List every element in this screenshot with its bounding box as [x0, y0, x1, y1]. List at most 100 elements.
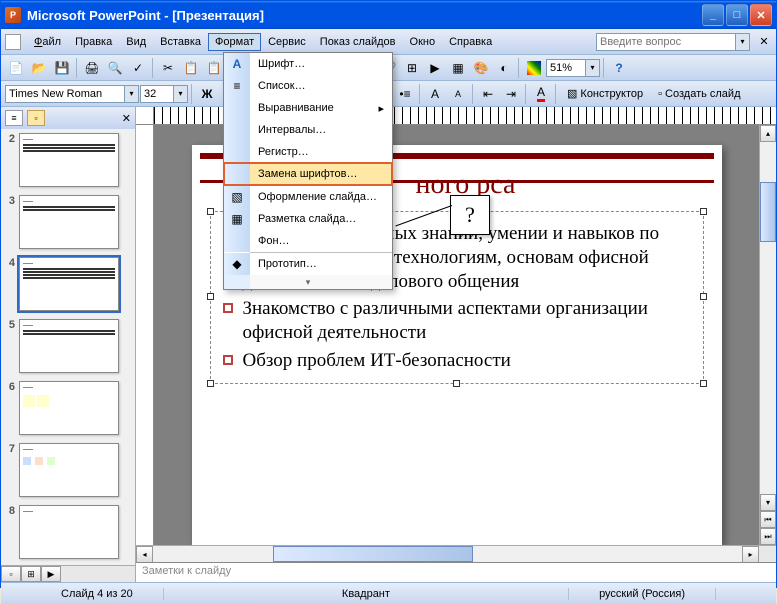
- menu-item-spacing[interactable]: Интервалы…: [224, 119, 392, 141]
- help-button[interactable]: ?: [608, 57, 630, 79]
- thumbnail-3[interactable]: ——: [19, 195, 119, 249]
- list-icon: ≡: [233, 79, 240, 93]
- menu-insert[interactable]: Вставка: [153, 33, 208, 51]
- scroll-up-button[interactable]: ▴: [760, 125, 776, 142]
- menu-item-case[interactable]: Регистр…: [224, 141, 392, 163]
- increase-font-button[interactable]: A: [424, 83, 446, 105]
- new-slide-button[interactable]: ▫ Создать слайд: [651, 85, 747, 103]
- decrease-indent-button[interactable]: ⇤: [477, 83, 499, 105]
- status-slide: Слайд 4 из 20: [1, 588, 164, 600]
- font-size-combo[interactable]: ▾: [140, 85, 188, 103]
- menu-file[interactable]: Файлdocument.currentScript.previousSibli…: [27, 33, 68, 51]
- menu-item-alignment[interactable]: Выравнивание▸: [224, 97, 392, 119]
- thumbnail-8[interactable]: ——: [19, 505, 119, 559]
- font-size-input[interactable]: [140, 85, 174, 103]
- design-button[interactable]: ▧ Конструктор: [560, 84, 650, 103]
- submenu-arrow-icon: ▸: [378, 102, 384, 115]
- inner-close-button[interactable]: ✕: [756, 34, 772, 50]
- help-input[interactable]: [596, 33, 736, 51]
- increase-indent-button[interactable]: ⇥: [500, 83, 522, 105]
- menu-help[interactable]: Справка: [442, 33, 499, 51]
- show-button[interactable]: ▶: [424, 57, 446, 79]
- menu-expand[interactable]: ▾: [224, 275, 392, 289]
- maximize-button[interactable]: □: [726, 4, 748, 26]
- slideshow-view-button[interactable]: ▶: [41, 566, 61, 582]
- font-name-input[interactable]: [5, 85, 125, 103]
- doc-icon: [5, 34, 21, 50]
- next-slide-button[interactable]: ⏭: [760, 528, 776, 545]
- hscroll-thumb[interactable]: [273, 546, 473, 562]
- status-bar: Слайд 4 из 20 Квадрант русский (Россия): [1, 582, 776, 604]
- scroll-down-button[interactable]: ▾: [760, 494, 776, 511]
- vertical-scrollbar[interactable]: ▴ ▾ ⏮ ⏭: [759, 125, 776, 545]
- callout: ?: [450, 195, 490, 235]
- copy-button[interactable]: 📋: [180, 57, 202, 79]
- font-icon: A: [233, 57, 242, 71]
- thumbnail-7[interactable]: ——: [19, 443, 119, 497]
- bullet-text[interactable]: Знакомство с различными аспектами органи…: [243, 297, 697, 345]
- new-button[interactable]: 📄: [5, 57, 27, 79]
- sorter-view-button[interactable]: ⊞: [21, 566, 41, 582]
- bullets-button[interactable]: •≡: [394, 83, 416, 105]
- spell-button[interactable]: ✓: [127, 57, 149, 79]
- outline-tab[interactable]: ≡: [5, 110, 23, 126]
- slides-pane: ≡ ▫ ✕ 2—— 3—— 4—— 5—— 6—— 7—— 8—— ▫ ⊞ ▶: [1, 107, 136, 582]
- grid-button[interactable]: ▦: [447, 57, 469, 79]
- zoom-input[interactable]: [546, 59, 586, 77]
- decrease-font-button[interactable]: A: [447, 83, 469, 105]
- color-button[interactable]: 🎨: [470, 57, 492, 79]
- normal-view-button[interactable]: ▫: [1, 566, 21, 582]
- help-search[interactable]: ▾: [596, 33, 750, 51]
- design-icon: ▧: [567, 87, 577, 100]
- scroll-right-button[interactable]: ▸: [742, 546, 759, 563]
- help-dropdown-icon[interactable]: ▾: [736, 33, 750, 51]
- notes-pane[interactable]: Заметки к слайду: [136, 562, 776, 582]
- menu-item-replace-fonts[interactable]: Замена шрифтов…: [224, 163, 392, 185]
- menu-item-slide-design[interactable]: ▧ Оформление слайда…: [224, 186, 392, 208]
- menu-slideshow[interactable]: Показ слайдов: [313, 33, 403, 51]
- menu-edit[interactable]: Правка: [68, 33, 119, 51]
- scroll-left-button[interactable]: ◂: [136, 546, 153, 563]
- menu-tools[interactable]: Сервис: [261, 33, 313, 51]
- vertical-ruler: [136, 125, 154, 545]
- expand-button[interactable]: ⊞: [401, 57, 423, 79]
- scroll-thumb[interactable]: [760, 182, 776, 242]
- close-button[interactable]: ✕: [750, 4, 772, 26]
- thumbnail-2[interactable]: ——: [19, 133, 119, 187]
- menu-window[interactable]: Окно: [403, 33, 443, 51]
- swatch-button[interactable]: [523, 57, 545, 79]
- prev-slide-button[interactable]: ⏮: [760, 511, 776, 528]
- thumbnail-4[interactable]: ——: [19, 257, 119, 311]
- window-title: Microsoft PowerPoint - [Презентация]: [27, 8, 702, 23]
- thumbnail-6[interactable]: ——: [19, 381, 119, 435]
- bullet-text[interactable]: Обзор проблем ИТ-безопасности: [243, 349, 511, 373]
- status-layout: Квадрант: [164, 588, 569, 600]
- status-language[interactable]: русский (Россия): [569, 588, 716, 600]
- font-name-combo[interactable]: ▾: [5, 85, 139, 103]
- grayscale-button[interactable]: ◐: [493, 57, 515, 79]
- menu-format[interactable]: Формат: [208, 33, 261, 51]
- slides-tab[interactable]: ▫: [27, 110, 45, 126]
- menu-item-bullets[interactable]: ≡ Список…: [224, 75, 392, 97]
- thumbnails-list[interactable]: 2—— 3—— 4—— 5—— 6—— 7—— 8——: [1, 129, 135, 565]
- bold-button[interactable]: Ж: [196, 83, 218, 105]
- horizontal-scrollbar[interactable]: ◂ ▸: [136, 545, 776, 562]
- save-button[interactable]: 💾: [51, 57, 73, 79]
- menu-item-background[interactable]: Фон…: [224, 230, 392, 252]
- object-icon: ◆: [232, 257, 241, 271]
- minimize-button[interactable]: _: [702, 4, 724, 26]
- menu-item-prototype[interactable]: ◆ Прототип…: [224, 253, 392, 275]
- open-button[interactable]: 📂: [28, 57, 50, 79]
- zoom-combo[interactable]: ▾: [546, 59, 600, 77]
- font-color-button[interactable]: A: [530, 83, 552, 105]
- print-button[interactable]: 🖨: [81, 57, 103, 79]
- paste-button[interactable]: 📋: [203, 57, 225, 79]
- pane-close-button[interactable]: ✕: [122, 112, 131, 125]
- preview-button[interactable]: 🔍: [104, 57, 126, 79]
- menu-item-slide-layout[interactable]: ▦ Разметка слайда…: [224, 208, 392, 230]
- menu-view[interactable]: Вид: [119, 33, 153, 51]
- thumbnail-5[interactable]: ——: [19, 319, 119, 373]
- cut-button[interactable]: ✂: [157, 57, 179, 79]
- menu-item-font[interactable]: A Шрифт…: [224, 53, 392, 75]
- design-icon: ▧: [231, 190, 242, 204]
